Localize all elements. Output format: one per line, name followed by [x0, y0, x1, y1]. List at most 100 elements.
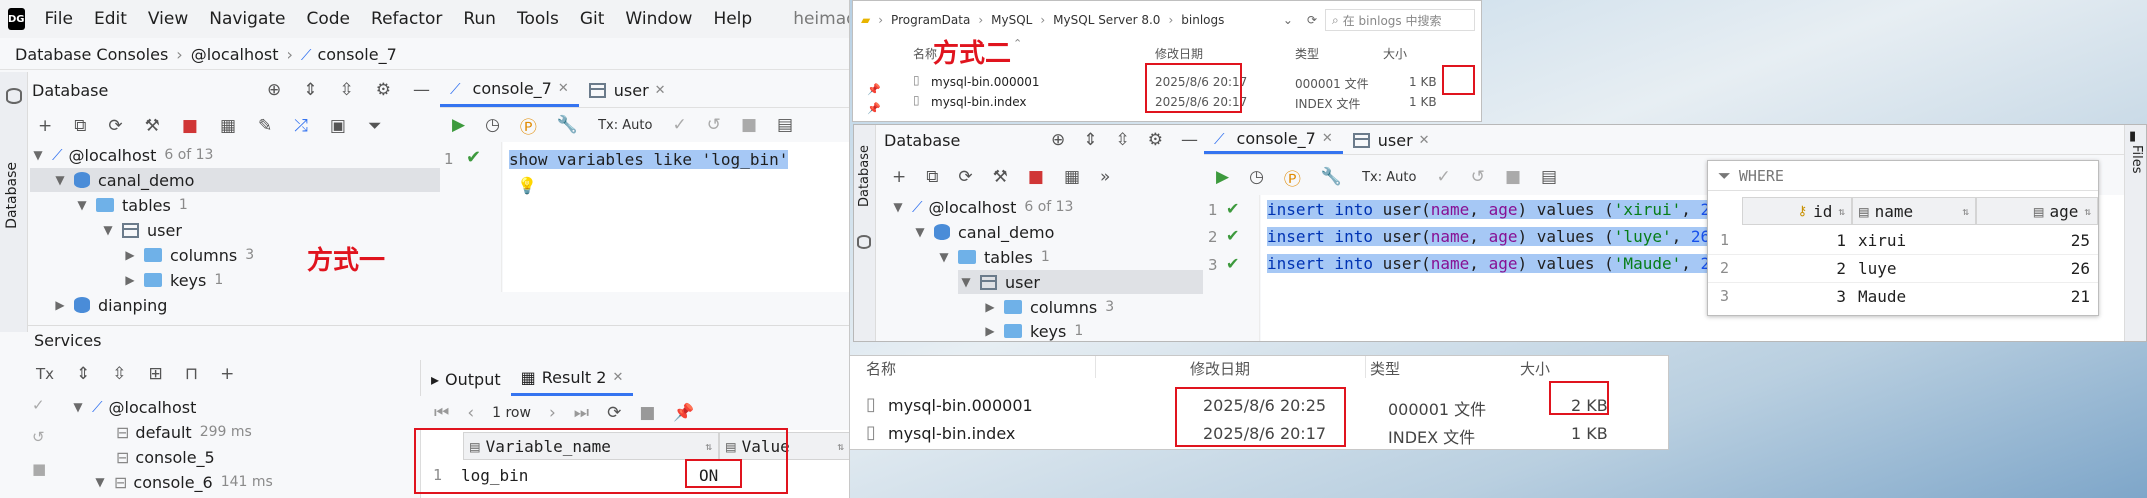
parameter-icon[interactable]: Ⓟ	[1284, 165, 1301, 190]
target-icon[interactable]: ⊕	[1051, 130, 1065, 150]
refresh-icon[interactable]: ⟳	[108, 116, 122, 136]
column-type-header[interactable]: 类型	[1370, 358, 1400, 379]
breadcrumb-item[interactable]: @localhost	[191, 45, 279, 64]
sort-icon[interactable]: ⇅	[2084, 205, 2091, 218]
chevron-right-icon[interactable]: ▶	[982, 300, 998, 314]
add-icon[interactable]: +	[38, 116, 52, 136]
menu-code[interactable]: Code	[307, 9, 351, 29]
chevron-down-icon[interactable]: ▼	[70, 400, 86, 414]
tree-host[interactable]: ▼ ⟋ @localhost 6 of 13	[890, 195, 1073, 219]
menu-view[interactable]: View	[148, 9, 188, 29]
chevron-down-icon[interactable]: ▼	[92, 475, 108, 489]
tree-host[interactable]: ▼ ⟋ @localhost 6 of 13	[30, 143, 440, 167]
tree-tables[interactable]: ▼ tables 1	[936, 245, 1049, 269]
chevron-right-icon[interactable]: ▶	[982, 324, 998, 338]
tab-result-2[interactable]: ▦ Result 2 ✕	[510, 362, 634, 396]
close-icon[interactable]: ✕	[655, 83, 666, 98]
rollback-icon[interactable]: ↺	[1471, 167, 1485, 187]
path-segment[interactable]: MySQL Server 8.0	[1053, 13, 1160, 27]
path-segment[interactable]: ProgramData	[891, 13, 970, 27]
column-date-header[interactable]: 修改日期	[1190, 358, 1250, 379]
table-icon[interactable]: ▦	[220, 116, 236, 136]
last-page-icon[interactable]: ⏭	[574, 403, 589, 423]
rollback-icon[interactable]: ↺	[707, 115, 721, 135]
commit-icon[interactable]: ✓	[672, 115, 686, 135]
wrench-icon[interactable]: 🔧	[1321, 167, 1342, 187]
close-icon[interactable]: ✕	[1322, 131, 1333, 146]
breadcrumb-item[interactable]: Database Consoles	[15, 45, 168, 64]
tree-table-user[interactable]: ▼ user	[100, 218, 182, 242]
cell-name[interactable]: Maude	[1858, 287, 1906, 306]
refresh-icon[interactable]: ⟳	[958, 167, 972, 187]
chevron-right-icon[interactable]: ▶	[122, 248, 138, 262]
copy-icon[interactable]: ⧉	[74, 116, 86, 136]
jump-icon[interactable]: ⤮	[294, 116, 308, 136]
column-header-name[interactable]: ▤ name ⇅	[1852, 197, 1976, 225]
cell-age[interactable]: 26	[1976, 259, 2090, 278]
tree-keys[interactable]: ▶ keys 1	[982, 319, 1083, 341]
format-icon[interactable]: ▤	[777, 115, 793, 135]
chevron-down-icon[interactable]: ▼	[30, 148, 46, 162]
table-icon[interactable]: ▦	[1064, 167, 1080, 187]
tx-button[interactable]: Tx	[36, 365, 54, 383]
copy-icon[interactable]: ⧉	[926, 167, 938, 187]
filter-bar[interactable]: ⏷ WHERE	[1708, 161, 2098, 191]
services-item[interactable]: ⊟ console_5	[116, 445, 215, 469]
chevron-down-icon[interactable]: ▼	[912, 225, 928, 239]
group-icon[interactable]: ⊞	[149, 364, 163, 384]
table-row[interactable]: 2 2 luye 26	[1708, 255, 2098, 283]
collapse-all-icon[interactable]: ⇳	[340, 80, 354, 100]
chevron-down-icon[interactable]: ▼	[936, 250, 952, 264]
properties-icon[interactable]: ⚒	[145, 116, 160, 136]
layout-icon[interactable]: ⊓	[185, 364, 198, 384]
chevron-right-icon[interactable]: ▶	[122, 273, 138, 287]
wrench-icon[interactable]: 🔧	[557, 115, 578, 135]
edit-icon[interactable]: ✎	[258, 116, 272, 136]
menu-file[interactable]: File	[45, 9, 73, 29]
menu-git[interactable]: Git	[580, 9, 605, 29]
format-icon[interactable]: ▤	[1541, 167, 1557, 187]
code-line-2[interactable]: insert into user(name, age) values ('luy…	[1267, 227, 1730, 246]
services-item[interactable]: ⊟ default 299 ms	[116, 420, 252, 444]
sort-icon[interactable]: ⇅	[1838, 205, 1845, 218]
tree-tables[interactable]: ▼ tables 1	[74, 193, 187, 217]
tree-columns[interactable]: ▶ columns 3	[982, 295, 1114, 319]
path-segment[interactable]: MySQL	[991, 13, 1032, 27]
files-icon[interactable]: ▮	[2129, 129, 2136, 144]
tx-mode-select[interactable]: Tx: Auto	[598, 118, 652, 133]
properties-icon[interactable]: ⚒	[993, 167, 1008, 187]
menu-navigate[interactable]: Navigate	[209, 9, 285, 29]
cell-age[interactable]: 21	[1976, 287, 2090, 306]
next-page-icon[interactable]: ›	[549, 403, 556, 423]
undo-icon[interactable]: ↺	[32, 428, 46, 446]
minimize-icon[interactable]: —	[413, 80, 430, 100]
table-row[interactable]: 1 1 xirui 25	[1708, 227, 2098, 255]
tree-schema[interactable]: ▼ canal_demo	[912, 220, 1054, 244]
close-icon[interactable]: ✕	[612, 370, 623, 385]
services-item[interactable]: ▼ ⊟ console_6 141 ms	[92, 470, 272, 494]
stripe-files-label[interactable]: Files	[2129, 145, 2144, 174]
tree-keys[interactable]: ▶ keys 1	[122, 268, 223, 292]
refresh-icon[interactable]: ⟳	[1307, 13, 1317, 27]
breadcrumb-item[interactable]: console_7	[317, 45, 396, 64]
chevron-down-icon[interactable]: ⌄	[1283, 13, 1293, 27]
cell-id[interactable]: 2	[1742, 259, 1846, 278]
column-size-header[interactable]: 大小	[1520, 358, 1550, 379]
services-host[interactable]: ▼ ⟋ @localhost	[70, 395, 196, 419]
editor-content[interactable]: show variables like 'log_bin' 💡	[503, 142, 849, 292]
table-row[interactable]: 3 3 Maude 21	[1708, 283, 2098, 311]
close-icon[interactable]: ✕	[558, 81, 569, 96]
stop-icon[interactable]: ■	[1505, 167, 1521, 187]
cell-name[interactable]: luye	[1858, 259, 1897, 278]
chevron-down-icon[interactable]: ▼	[52, 173, 68, 187]
path-segment[interactable]: binlogs	[1181, 13, 1224, 27]
tx-mode-select[interactable]: Tx: Auto	[1362, 170, 1416, 185]
chevron-down-icon[interactable]: ▼	[890, 200, 906, 214]
tab-user[interactable]: user ✕	[1343, 126, 1440, 154]
chevron-down-icon[interactable]: ▼	[74, 198, 90, 212]
menu-window[interactable]: Window	[625, 9, 692, 29]
column-type-header[interactable]: 类型	[1295, 45, 1319, 62]
menu-help[interactable]: Help	[713, 9, 752, 29]
bulb-icon[interactable]: 💡	[517, 176, 537, 195]
database-icon[interactable]	[857, 235, 871, 249]
